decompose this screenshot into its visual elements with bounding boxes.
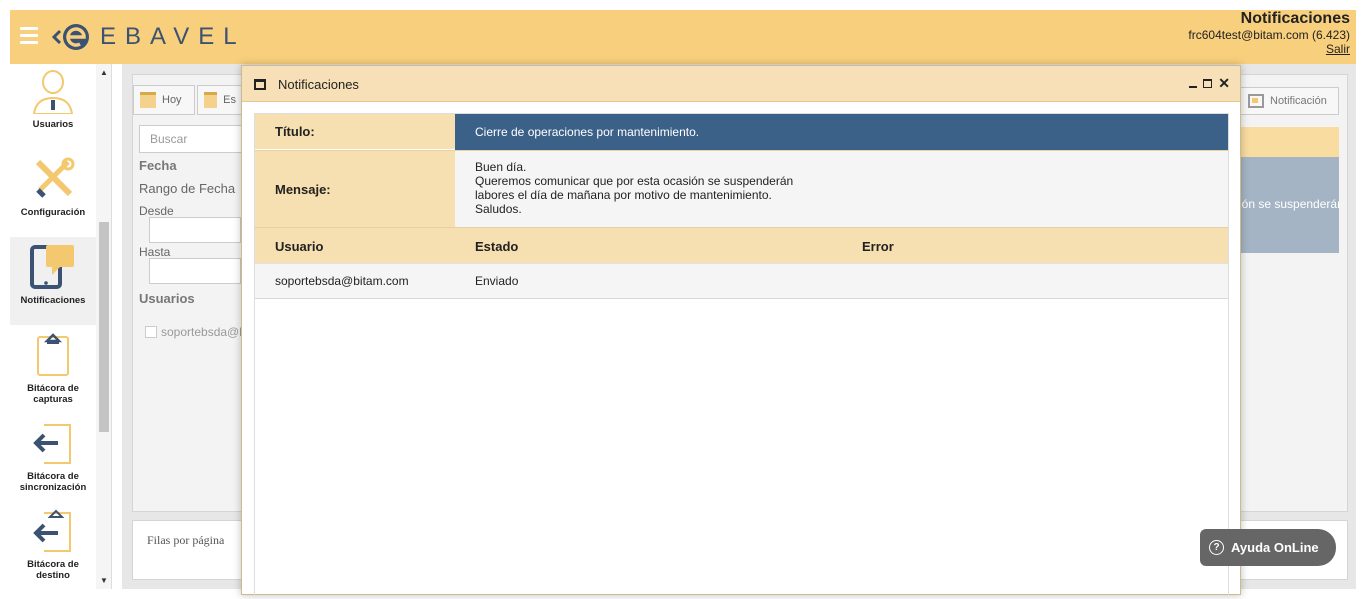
notification-button-label: Notificación <box>1270 95 1327 107</box>
sidebar: Usuarios Configuración Notificaciones Bi… <box>10 64 112 589</box>
online-help-button[interactable]: ? Ayuda OnLine <box>1200 529 1336 566</box>
period-label: Es <box>223 94 236 106</box>
title-value: Cierre de operaciones por mantenimiento. <box>455 114 1228 150</box>
minimize-icon[interactable] <box>1189 86 1198 88</box>
online-help-label: Ayuda OnLine <box>1231 540 1319 555</box>
close-icon[interactable]: ✕ <box>1218 76 1230 90</box>
title-label: Título: <box>255 114 455 149</box>
column-user[interactable]: Usuario <box>275 228 323 264</box>
sidebar-item-label: Bitácora de destino <box>27 559 79 581</box>
message-line: labores el día de mañana por motivo de m… <box>475 188 772 202</box>
clipboard-icon <box>37 333 69 376</box>
calendar-icon <box>140 92 156 108</box>
scrollbar-thumb[interactable] <box>99 222 109 432</box>
message-row: Mensaje: Buen día. Queremos comunicar qu… <box>255 150 1228 228</box>
today-label: Hoy <box>162 94 182 106</box>
users-heading: Usuarios <box>139 291 195 306</box>
tools-icon <box>35 157 75 198</box>
message-line: Buen día. <box>475 160 527 174</box>
sidebar-item-label: Usuarios <box>32 119 74 130</box>
new-notification-button[interactable]: Notificación <box>1239 87 1339 115</box>
message-value: Buen día. Queremos comunicar que por est… <box>455 151 1228 228</box>
user-account: frc604test@bitam.com (6.423) <box>1188 28 1350 42</box>
table-row[interactable]: soportebsda@bitam.com Enviado <box>255 263 1228 299</box>
user-filter-checkbox[interactable]: soportebsda@b <box>145 325 246 339</box>
from-date-field[interactable] <box>149 217 241 243</box>
message-line: Queremos comunicar que por esta ocasión … <box>475 174 794 188</box>
window-icon <box>254 79 266 90</box>
grid-header-strip <box>1229 127 1339 157</box>
checkbox-box <box>145 326 157 338</box>
scroll-up-icon[interactable]: ▲ <box>100 68 108 77</box>
date-range-label: Rango de Fecha <box>139 181 236 196</box>
user-filter-label: soportebsda@b <box>161 325 246 339</box>
sidebar-item-notifications[interactable]: Notificaciones <box>10 237 96 325</box>
sidebar-item-label: Configuración <box>20 207 86 218</box>
cell-user: soportebsda@bitam.com <box>275 274 409 288</box>
to-date-field[interactable] <box>149 258 241 284</box>
sidebar-item-users[interactable]: Usuarios <box>10 64 96 152</box>
modal-title-bar[interactable]: Notificaciones ✕ <box>242 66 1240 102</box>
calendar-icon <box>204 92 218 108</box>
hamburger-menu-icon[interactable] <box>20 27 38 45</box>
title-row: Título: Cierre de operaciones por manten… <box>255 114 1228 150</box>
modal-title: Notificaciones <box>278 77 359 92</box>
maximize-icon[interactable] <box>1203 78 1213 88</box>
sidebar-item-label: Notificaciones <box>20 295 86 306</box>
tablet-chat-icon <box>30 245 74 289</box>
column-status[interactable]: Estado <box>475 228 518 264</box>
header-user-panel: Notificaciones frc604test@bitam.com (6.4… <box>1188 10 1350 56</box>
sidebar-item-label: Bitácora de sincronización <box>19 471 87 493</box>
recipients-table-header: Usuario Estado Error <box>255 227 1228 263</box>
section-title: Notificaciones <box>1240 10 1350 27</box>
modal-content: Título: Cierre de operaciones por manten… <box>254 113 1229 596</box>
rows-per-page-label: Filas por página <box>147 533 225 547</box>
logo-text: EBAVEL <box>100 23 246 50</box>
app-header: EBAVEL Notificaciones frc604test@bitam.c… <box>10 10 1356 64</box>
search-input[interactable]: Buscar <box>139 125 249 153</box>
user-icon <box>32 70 74 114</box>
logout-link[interactable]: Salir <box>1326 42 1350 56</box>
sidebar-item-sync-log[interactable]: Bitácora de sincronización <box>10 415 96 503</box>
sidebar-scrollbar[interactable]: ▲ ▼ <box>96 64 111 589</box>
column-error[interactable]: Error <box>862 228 894 264</box>
cell-status: Enviado <box>475 274 519 288</box>
scroll-down-icon[interactable]: ▼ <box>100 576 108 585</box>
notification-modal: Notificaciones ✕ Título: Cierre de opera… <box>241 65 1241 596</box>
ebavel-logo: EBAVEL <box>52 18 246 56</box>
window-controls: ✕ <box>1189 76 1230 90</box>
destination-log-icon <box>33 509 71 552</box>
sidebar-item-destination-log[interactable]: Bitácora de destino <box>10 503 96 589</box>
message-line: Saludos. <box>475 202 522 216</box>
grid-row-peek[interactable]: sión se suspenderán <box>1229 157 1339 253</box>
notification-icon <box>1248 94 1264 108</box>
to-label: Hasta <box>139 245 171 259</box>
sync-log-icon <box>33 424 71 464</box>
message-label: Mensaje: <box>255 151 455 227</box>
sidebar-item-capture-log[interactable]: Bitácora de capturas <box>10 327 96 415</box>
sidebar-item-configuration[interactable]: Configuración <box>10 152 96 240</box>
sidebar-item-label: Bitácora de capturas <box>27 383 79 405</box>
today-button[interactable]: Hoy <box>133 85 195 115</box>
period-button[interactable]: Es <box>197 85 243 115</box>
from-label: Desde <box>139 204 174 218</box>
question-icon: ? <box>1209 540 1224 555</box>
ebavel-logo-icon <box>52 24 89 50</box>
date-heading: Fecha <box>139 158 177 173</box>
